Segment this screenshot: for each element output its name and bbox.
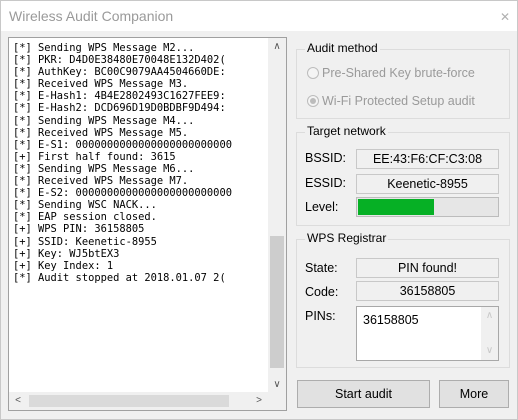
level-label: Level: — [305, 200, 339, 214]
log-line: [*] E-Hash1: 4B4E2802493C1627FEE9: — [13, 90, 226, 103]
log-line: [*] PKR: D4D0E38480E70048E132D402( — [13, 54, 226, 67]
log-horizontal-scroll-thumb[interactable] — [29, 395, 229, 407]
scroll-left-arrow-icon[interactable]: < — [9, 392, 27, 410]
state-label: State: — [305, 261, 338, 275]
bssid-label: BSSID: — [305, 151, 346, 165]
wps-registrar-label: WPS Registrar — [305, 231, 389, 245]
log-line: [*] E-S2: 0000000000000000000000000 — [13, 187, 232, 200]
code-label: Code: — [305, 285, 339, 299]
pins-scroll-up-icon[interactable]: ∧ — [481, 307, 498, 325]
audit-method-label: Audit method — [305, 41, 380, 55]
pins-label: PINs: — [305, 309, 336, 323]
log-vertical-scroll-thumb[interactable] — [270, 236, 284, 368]
log-line: [+] First half found: 3615 — [13, 150, 176, 163]
radio-psk-bruteforce[interactable]: Pre-Shared Key brute-force — [307, 66, 475, 80]
bssid-field: EE:43:F6:CF:C3:08 — [356, 149, 499, 169]
signal-level-bar — [356, 197, 499, 217]
log-line: [*] AuthKey: BC00C9079AA4504660DE: — [13, 66, 226, 79]
log-line: [*] EAP session closed. — [13, 211, 157, 224]
target-network-label: Target network — [305, 124, 388, 138]
scroll-up-arrow-icon[interactable]: ∧ — [268, 38, 286, 56]
window-title: Wireless Audit Companion — [9, 8, 174, 24]
radio-wps-icon[interactable] — [307, 95, 319, 107]
log-horizontal-scrollbar[interactable]: < > — [9, 392, 268, 410]
log-line: [*] Received WPS Message M7. — [13, 175, 189, 188]
audit-method-group: Audit method Pre-Shared Key brute-force … — [296, 41, 510, 119]
log-line: [*] E-Hash2: DCD696D19D0BDBF9D494: — [13, 102, 226, 115]
pins-scrollbar[interactable]: ∧ ∨ — [481, 307, 498, 360]
log-line: [*] Sending WPS Message M4... — [13, 114, 195, 127]
more-button[interactable]: More — [439, 380, 509, 408]
log-vertical-scrollbar[interactable]: ∧ ∨ — [268, 38, 286, 394]
close-icon[interactable]: ✕ — [495, 8, 515, 26]
start-audit-button[interactable]: Start audit — [297, 380, 430, 408]
log-line: [+] WPS PIN: 36158805 — [13, 223, 145, 236]
log-line: [*] Sending WPS Message M2... — [13, 42, 195, 54]
code-field: 36158805 — [356, 281, 499, 301]
state-field: PIN found! — [356, 258, 499, 278]
log-line: [*] Received WPS Message M5. — [13, 126, 189, 139]
scroll-right-arrow-icon[interactable]: > — [250, 392, 268, 410]
log-line: [*] Sending WSC NACK... — [13, 199, 157, 212]
title-bar: Wireless Audit Companion ✕ — [1, 1, 517, 31]
log-line: [*] Received WPS Message M3. — [13, 78, 189, 91]
scroll-corner — [268, 392, 286, 410]
log-line: [*] Audit stopped at 2018.01.07 2( — [13, 271, 226, 284]
radio-wps-audit[interactable]: Wi-Fi Protected Setup audit — [307, 94, 475, 108]
radio-wps-label: Wi-Fi Protected Setup audit — [322, 94, 475, 108]
log-line: [+] Key: WJ5btEX3 — [13, 247, 120, 260]
radio-psk-icon[interactable] — [307, 67, 319, 79]
log-panel[interactable]: [*] Sending WPS Message M2... [*] PKR: D4… — [8, 37, 287, 411]
log-line: [*] E-S1: 0000000000000000000000000 — [13, 138, 232, 151]
pins-scroll-down-icon[interactable]: ∨ — [481, 342, 498, 360]
app-window: Wireless Audit Companion ✕ [*] Sending W… — [0, 0, 518, 420]
pins-value: 36158805 — [363, 313, 419, 327]
wps-registrar-group: WPS Registrar State: PIN found! Code: 36… — [296, 231, 510, 368]
radio-psk-label: Pre-Shared Key brute-force — [322, 66, 475, 80]
essid-label: ESSID: — [305, 176, 346, 190]
log-line: [+] Key Index: 1 — [13, 259, 114, 272]
log-lines: [*] Sending WPS Message M2... [*] PKR: D4… — [13, 42, 263, 387]
pins-textarea[interactable]: 36158805 ∧ ∨ — [356, 306, 499, 361]
target-network-group: Target network BSSID: EE:43:F6:CF:C3:08 … — [296, 124, 510, 226]
log-line: [+] SSID: Keenetic-8955 — [13, 235, 157, 248]
signal-level-fill — [358, 199, 434, 215]
essid-field: Keenetic-8955 — [356, 174, 499, 194]
log-line: [*] Sending WPS Message M6... — [13, 162, 195, 175]
